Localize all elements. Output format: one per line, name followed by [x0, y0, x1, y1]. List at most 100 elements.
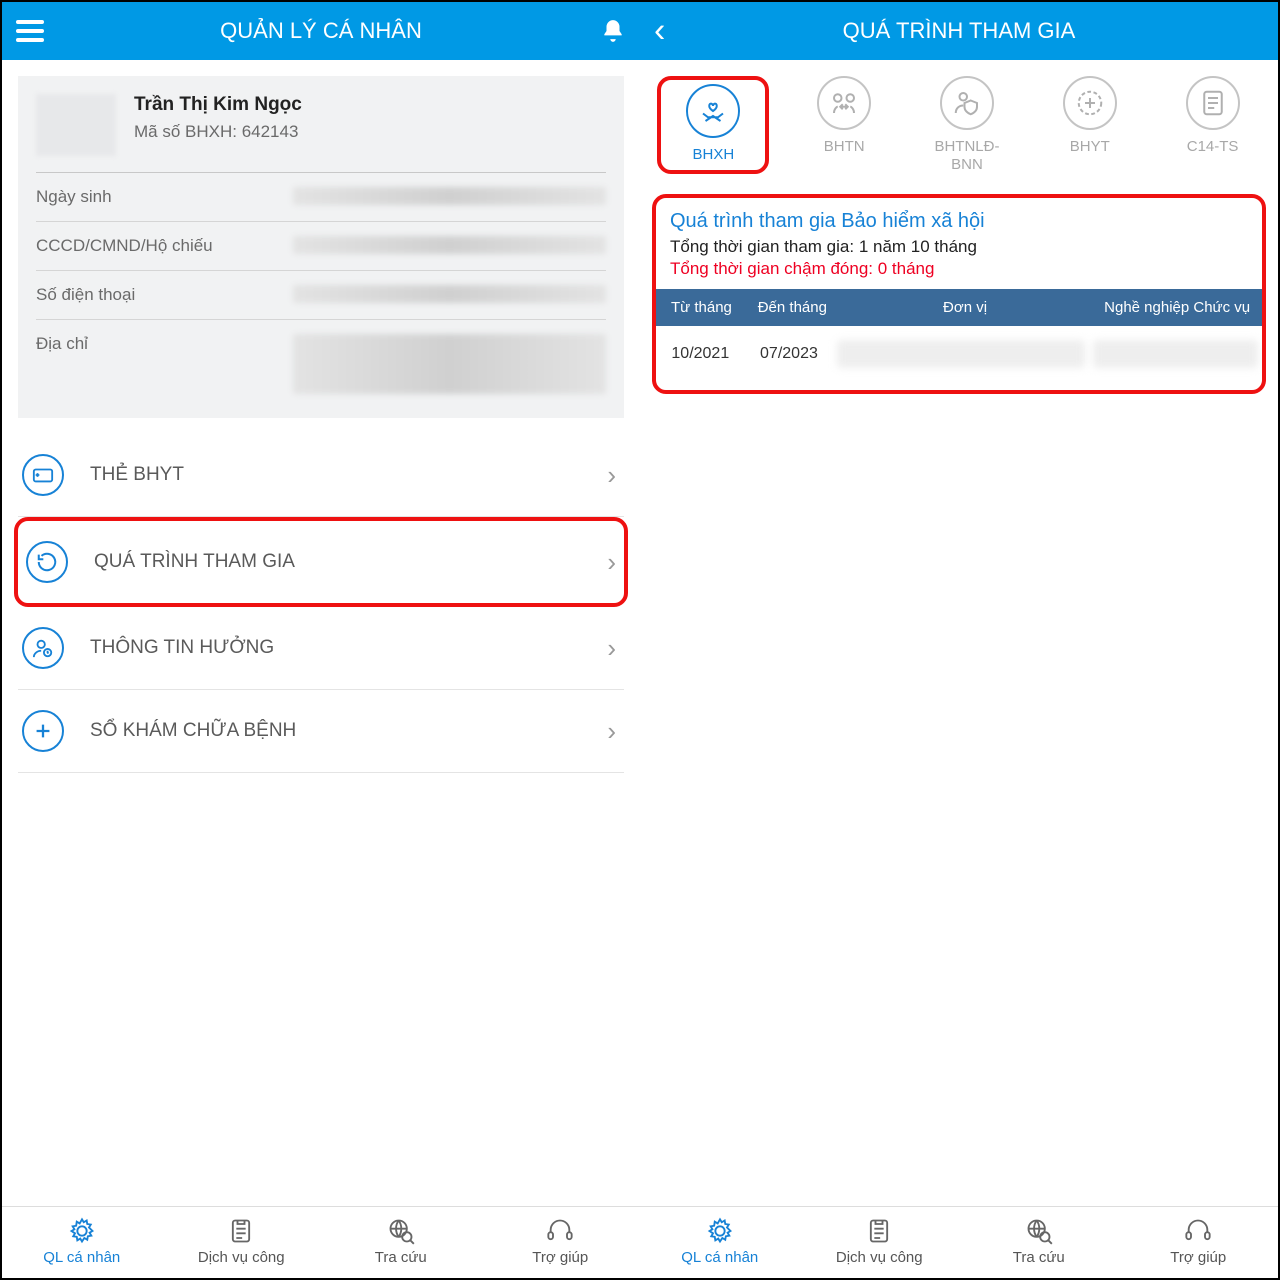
right-screen: ‹ QUÁ TRÌNH THAM GIA BHXH BHTN	[640, 2, 1278, 1278]
avatar	[36, 94, 116, 156]
chevron-right-icon: ›	[607, 633, 616, 664]
bell-icon	[600, 18, 626, 44]
gear-user-icon	[706, 1217, 734, 1245]
plus-cycle-icon	[1063, 76, 1117, 130]
category-tabs: BHXH BHTN BHTNLĐ-BNN BHYT	[640, 60, 1278, 182]
hands-heart-icon	[686, 84, 740, 138]
cell-unit	[837, 340, 1085, 368]
tab-label: BHXH	[693, 146, 735, 164]
nav-label: Tra cứu	[375, 1249, 427, 1266]
nav-label: Dịch vụ công	[198, 1249, 285, 1266]
back-button[interactable]: ‹	[654, 12, 665, 51]
tab-bhyt[interactable]: BHYT	[1042, 76, 1138, 174]
cell-from: 10/2021	[656, 327, 745, 381]
notification-button[interactable]	[600, 18, 626, 44]
label-phone: Số điện thoại	[36, 285, 135, 305]
nav-services[interactable]: Dịch vụ công	[800, 1217, 960, 1266]
panel-title: Quá trình tham gia Bảo hiểm xã hội	[670, 210, 1248, 233]
label-address: Địa chỉ	[36, 334, 88, 354]
header-left: QUẢN LÝ CÁ NHÂN	[2, 2, 640, 60]
col-to: Đến tháng	[747, 289, 838, 326]
table-row[interactable]: 10/2021 07/2023	[656, 326, 1262, 382]
value-id	[293, 236, 607, 254]
menu-label: THÔNG TIN HƯỞNG	[90, 637, 274, 659]
nav-label: QL cá nhân	[681, 1249, 758, 1266]
nav-profile[interactable]: QL cá nhân	[2, 1217, 162, 1266]
globe-search-icon	[387, 1217, 415, 1245]
headset-icon	[546, 1217, 574, 1245]
bhxh-code: Mã số BHXH: 642143	[134, 122, 302, 142]
col-unit: Đơn vị	[838, 289, 1093, 326]
nav-label: QL cá nhân	[43, 1249, 120, 1266]
nav-label: Dịch vụ công	[836, 1249, 923, 1266]
nav-lookup[interactable]: Tra cứu	[321, 1217, 481, 1266]
menu-list: THẺ BHYT › QUÁ TRÌNH THAM GIA › THÔNG TI…	[2, 434, 640, 773]
refresh-icon	[26, 541, 68, 583]
nav-lookup[interactable]: Tra cứu	[959, 1217, 1119, 1266]
tab-bhtn[interactable]: BHTN	[796, 76, 892, 174]
document-icon	[1186, 76, 1240, 130]
menu-item-bhyt[interactable]: THẺ BHYT ›	[18, 434, 624, 517]
hamburger-icon	[16, 20, 44, 42]
person-shield-icon	[940, 76, 994, 130]
late-label: Tổng thời gian chậm đóng:	[670, 259, 878, 278]
header-title: QUÁ TRÌNH THAM GIA	[843, 18, 1076, 44]
table-header: Từ tháng Đến tháng Đơn vị Nghề nghiệp Ch…	[656, 289, 1262, 326]
late-duration: Tổng thời gian chậm đóng: 0 tháng	[670, 259, 1248, 279]
tab-label: BHTNLĐ-BNN	[919, 138, 1015, 174]
row-phone: Số điện thoại	[36, 271, 606, 320]
user-name: Trần Thị Kim Ngọc	[134, 94, 302, 116]
menu-label: SỔ KHÁM CHỮA BỆNH	[90, 720, 296, 742]
clipboard-icon	[865, 1217, 893, 1245]
value-dob	[293, 187, 607, 205]
row-dob: Ngày sinh	[36, 173, 606, 222]
left-content: Trần Thị Kim Ngọc Mã số BHXH: 642143 Ngà…	[2, 60, 640, 1206]
value-address	[293, 334, 607, 394]
plus-icon	[22, 710, 64, 752]
label-id: CCCD/CMND/Hộ chiếu	[36, 236, 213, 256]
header-title: QUẢN LÝ CÁ NHÂN	[220, 18, 422, 44]
menu-item-process[interactable]: QUÁ TRÌNH THAM GIA ›	[14, 517, 628, 607]
right-content: BHXH BHTN BHTNLĐ-BNN BHYT	[640, 60, 1278, 1206]
menu-item-benefit[interactable]: THÔNG TIN HƯỞNG ›	[18, 607, 624, 690]
card-icon	[22, 454, 64, 496]
nav-services[interactable]: Dịch vụ công	[162, 1217, 322, 1266]
tab-label: BHTN	[824, 138, 865, 156]
cell-to: 07/2023	[745, 327, 834, 381]
people-swap-icon	[817, 76, 871, 130]
menu-label: QUÁ TRÌNH THAM GIA	[94, 551, 295, 573]
late-value: 0 tháng	[878, 259, 935, 278]
person-info-icon	[22, 627, 64, 669]
nav-profile[interactable]: QL cá nhân	[640, 1217, 800, 1266]
label-dob: Ngày sinh	[36, 187, 112, 207]
nav-help[interactable]: Trợ giúp	[481, 1217, 641, 1266]
nav-label: Trợ giúp	[1170, 1249, 1226, 1266]
row-id: CCCD/CMND/Hộ chiếu	[36, 222, 606, 271]
headset-icon	[1184, 1217, 1212, 1245]
row-address: Địa chỉ	[36, 320, 606, 408]
tab-bhtnld[interactable]: BHTNLĐ-BNN	[919, 76, 1015, 174]
value-phone	[293, 285, 607, 303]
gear-user-icon	[68, 1217, 96, 1245]
tab-c14[interactable]: C14-TS	[1165, 76, 1261, 174]
total-duration: Tổng thời gian tham gia: 1 năm 10 tháng	[670, 237, 1248, 257]
participation-panel: Quá trình tham gia Bảo hiểm xã hội Tổng …	[652, 194, 1266, 394]
nav-help[interactable]: Trợ giúp	[1119, 1217, 1279, 1266]
bottom-nav-right: QL cá nhân Dịch vụ công Tra cứu Trợ giúp	[640, 1206, 1278, 1278]
bottom-nav-left: QL cá nhân Dịch vụ công Tra cứu Trợ giúp	[2, 1206, 640, 1278]
globe-search-icon	[1025, 1217, 1053, 1245]
tab-bhxh-highlight: BHXH	[657, 76, 769, 174]
col-from: Từ tháng	[656, 289, 747, 326]
tab-label: BHYT	[1070, 138, 1110, 156]
menu-item-medical[interactable]: SỔ KHÁM CHỮA BỆNH ›	[18, 690, 624, 773]
nav-label: Tra cứu	[1013, 1249, 1065, 1266]
nav-label: Trợ giúp	[532, 1249, 588, 1266]
chevron-right-icon: ›	[607, 547, 616, 578]
cell-job	[1093, 340, 1258, 368]
menu-label: THẺ BHYT	[90, 464, 184, 486]
tab-bhxh[interactable]: BHXH	[665, 84, 761, 164]
total-value: 1 năm 10 tháng	[859, 237, 977, 256]
menu-button[interactable]	[16, 20, 44, 42]
total-label: Tổng thời gian tham gia:	[670, 237, 859, 256]
profile-card: Trần Thị Kim Ngọc Mã số BHXH: 642143 Ngà…	[18, 76, 624, 418]
